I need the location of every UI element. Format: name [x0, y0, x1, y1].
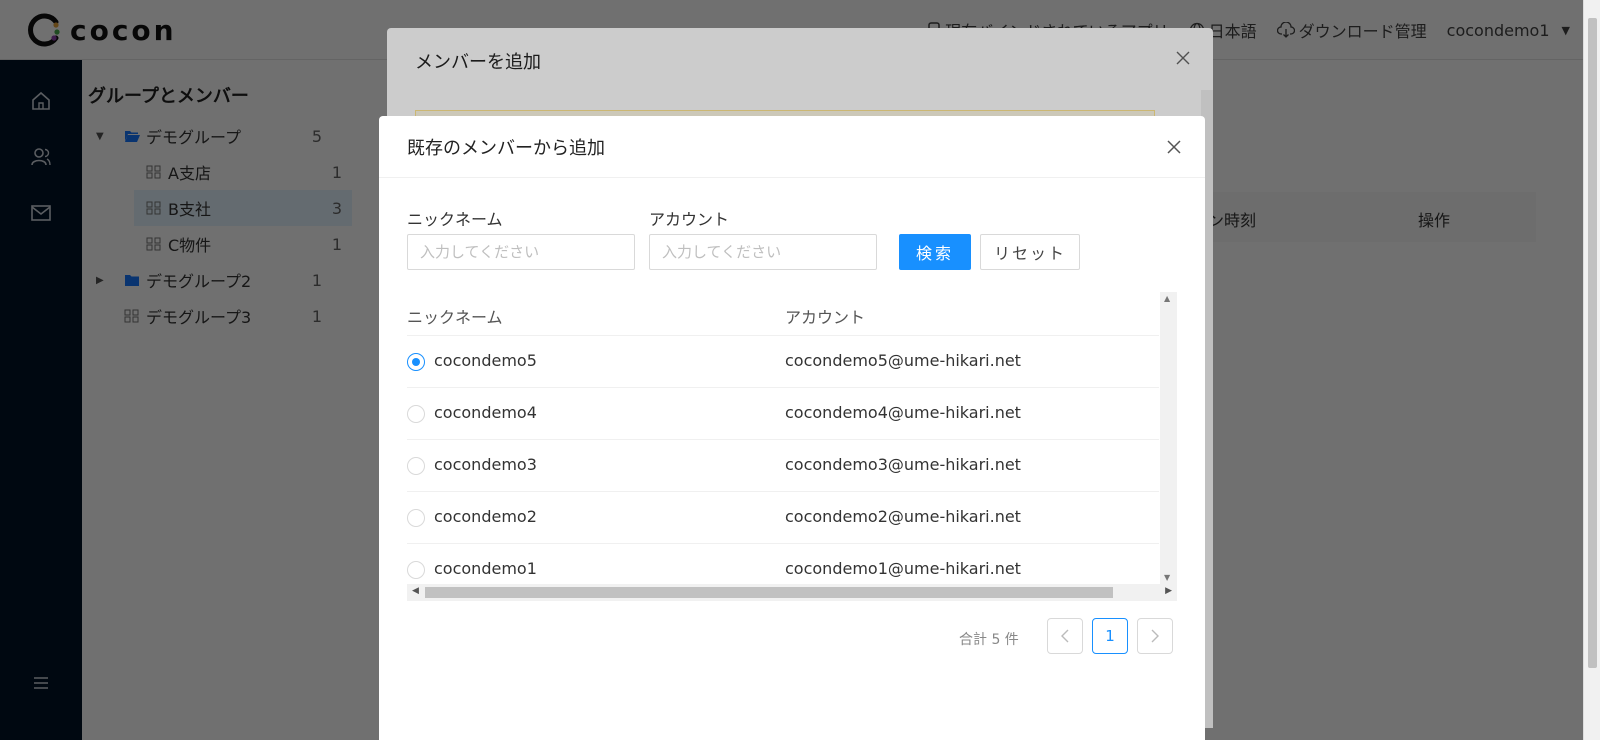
- scrollbar-thumb[interactable]: [425, 587, 1113, 598]
- scroll-left-icon[interactable]: ◀: [412, 586, 419, 596]
- table-row[interactable]: cocondemo5 cocondemo5@ume-hikari.net: [407, 336, 1159, 388]
- row-radio[interactable]: [407, 457, 425, 475]
- pagination-total: 合計 5 件: [959, 632, 1019, 648]
- nickname-input[interactable]: [407, 234, 635, 270]
- modal-header: 既存のメンバーから追加: [379, 116, 1205, 178]
- account-label: アカウント: [649, 210, 730, 229]
- table-row[interactable]: cocondemo3 cocondemo3@ume-hikari.net: [407, 440, 1159, 492]
- chevron-right-icon: [1151, 629, 1159, 643]
- account-input[interactable]: [649, 234, 877, 270]
- row-radio[interactable]: [407, 561, 425, 579]
- table-row[interactable]: cocondemo2 cocondemo2@ume-hikari.net: [407, 492, 1159, 544]
- search-button[interactable]: 検索: [899, 234, 971, 270]
- table-header: ニックネーム アカウント: [407, 292, 1159, 336]
- page-1-button[interactable]: 1: [1092, 618, 1128, 654]
- column-account: アカウント: [785, 308, 866, 327]
- column-nickname: ニックネーム: [407, 308, 503, 327]
- existing-member-modal: 既存のメンバーから追加 ニックネーム アカウント 検索 リセット ニックネーム …: [379, 116, 1205, 740]
- prev-page-button[interactable]: [1047, 618, 1083, 654]
- row-radio[interactable]: [407, 509, 425, 527]
- scroll-right-icon[interactable]: ▶: [1165, 586, 1172, 596]
- table-horizontal-scrollbar[interactable]: ◀ ▶: [407, 584, 1177, 601]
- reset-button[interactable]: リセット: [980, 234, 1080, 270]
- page-scrollbar[interactable]: [1583, 0, 1600, 740]
- member-table: ニックネーム アカウント cocondemo5 cocondemo5@ume-h…: [407, 292, 1177, 612]
- row-radio[interactable]: [407, 405, 425, 423]
- scroll-up-icon[interactable]: ▲: [1164, 294, 1170, 303]
- close-icon[interactable]: [1165, 138, 1183, 156]
- page-scrollbar-thumb[interactable]: [1588, 18, 1597, 668]
- next-page-button[interactable]: [1137, 618, 1173, 654]
- row-radio[interactable]: [407, 353, 425, 371]
- scroll-down-icon[interactable]: ▼: [1164, 573, 1170, 582]
- nickname-label: ニックネーム: [407, 210, 503, 229]
- table-vertical-scrollbar[interactable]: ▲ ▼: [1160, 292, 1177, 584]
- table-row[interactable]: cocondemo4 cocondemo4@ume-hikari.net: [407, 388, 1159, 440]
- chevron-left-icon: [1061, 629, 1069, 643]
- modal-title: 既存のメンバーから追加: [407, 138, 605, 159]
